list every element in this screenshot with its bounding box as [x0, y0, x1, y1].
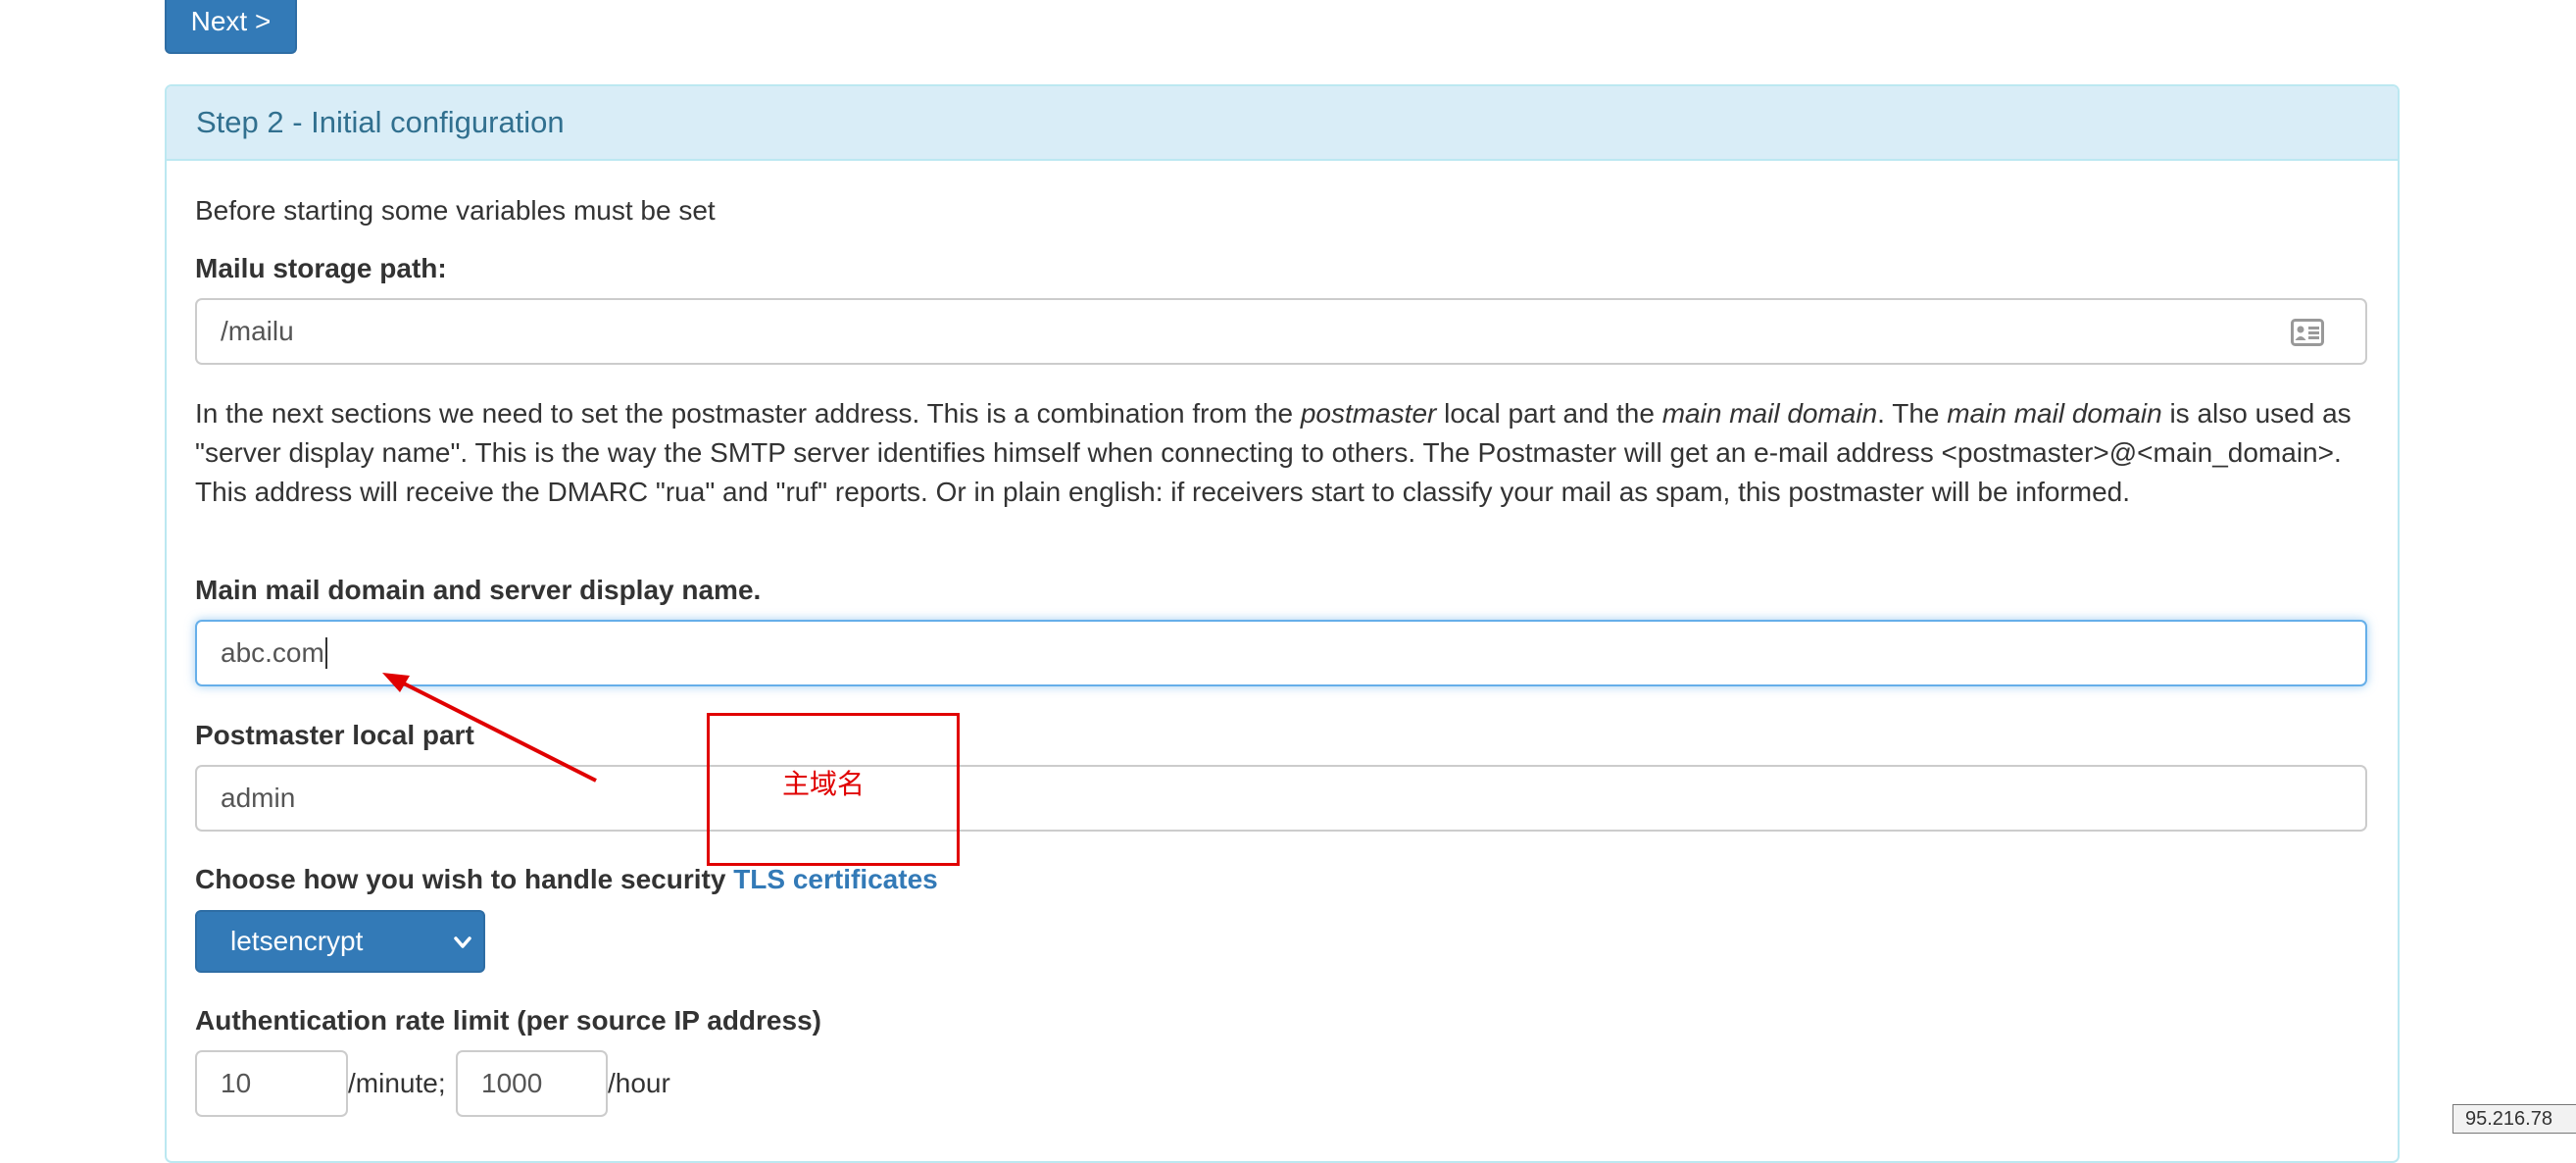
- storage-path-label: Mailu storage path:: [195, 253, 447, 283]
- domain-input[interactable]: abc.com: [195, 620, 2367, 686]
- annotation-text: 主域名: [782, 769, 866, 799]
- minute-unit-label: /minute;: [348, 1068, 446, 1098]
- postmaster-value: admin: [221, 783, 296, 813]
- postmaster-description: In the next sections we need to set the …: [195, 398, 2352, 507]
- panel-title: Step 2 - Initial configuration: [167, 86, 2398, 161]
- postmaster-input[interactable]: admin: [195, 765, 2367, 832]
- intro-text: Before starting some variables must be s…: [195, 195, 716, 226]
- em-postmaster: postmaster: [1300, 398, 1437, 429]
- ratelimit-label: Authentication rate limit (per source IP…: [195, 1005, 821, 1036]
- em-main-domain-2: main mail domain: [1947, 398, 2162, 429]
- hour-limit-input[interactable]: 1000: [456, 1050, 608, 1117]
- tls-label: Choose how you wish to handle security T…: [195, 864, 938, 894]
- postmaster-label: Postmaster local part: [195, 720, 474, 750]
- tls-certificates-link[interactable]: TLS certificates: [733, 864, 938, 894]
- text-caret: [324, 637, 327, 669]
- chevron-down-icon: [454, 936, 471, 948]
- hour-unit-label: /hour: [608, 1068, 670, 1098]
- next-button[interactable]: Next >: [165, 0, 297, 54]
- ip-address-tag: 95.216.78: [2452, 1104, 2576, 1134]
- minute-limit-value: 10: [221, 1068, 252, 1098]
- domain-value: abc.com: [221, 637, 324, 668]
- contact-card-icon[interactable]: [2291, 319, 2324, 346]
- storage-path-input[interactable]: /mailu: [195, 298, 2367, 365]
- tls-select[interactable]: letsencrypt: [195, 910, 485, 973]
- em-main-domain: main mail domain: [1661, 398, 1878, 429]
- tls-selected-value: letsencrypt: [230, 926, 364, 956]
- minute-limit-input[interactable]: 10: [195, 1050, 348, 1117]
- domain-label: Main mail domain and server display name…: [195, 575, 762, 605]
- storage-path-value: /mailu: [221, 316, 294, 346]
- hour-limit-value: 1000: [481, 1068, 543, 1098]
